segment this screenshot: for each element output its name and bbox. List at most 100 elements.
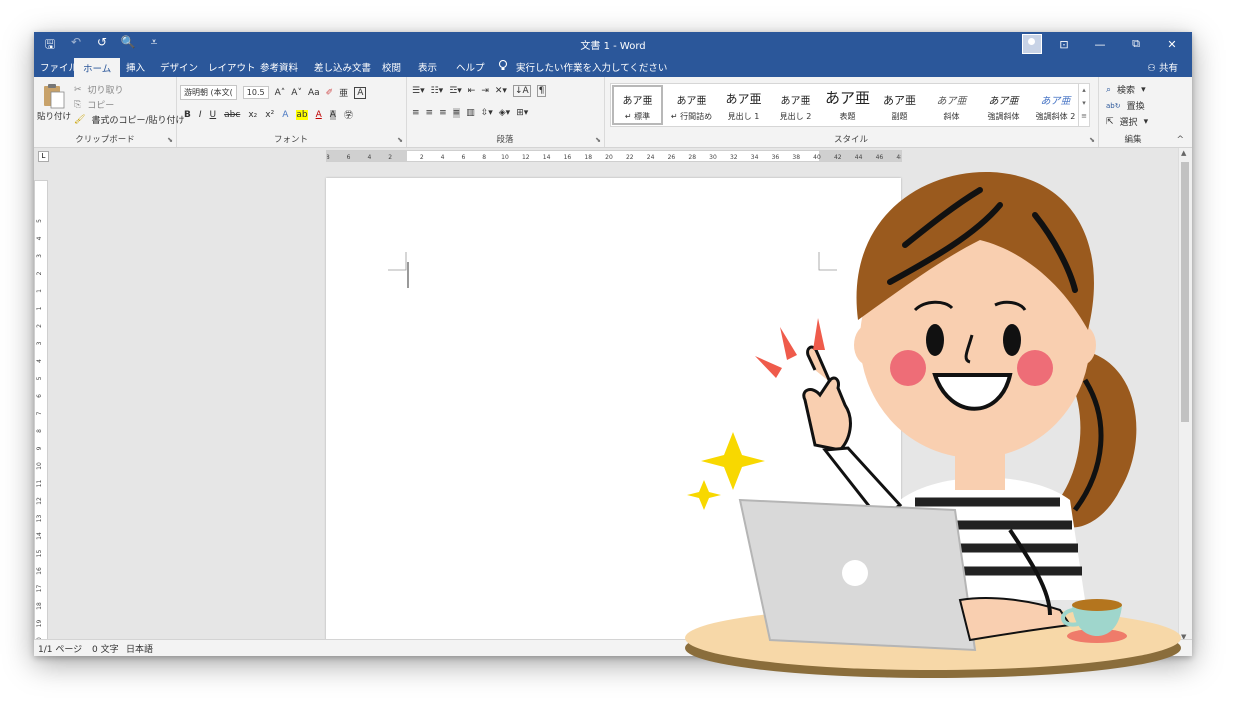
style-intense-emphasis[interactable]: あア亜 強調斜体 2 (1029, 84, 1082, 126)
clear-format-icon[interactable]: ✐ (326, 88, 334, 98)
styles-launcher-icon[interactable]: ⬊ (1089, 136, 1095, 144)
superscript-button[interactable]: x² (265, 110, 274, 120)
minimize-button[interactable]: — (1086, 38, 1114, 51)
vertical-scrollbar[interactable]: ▲ ▼ (1178, 148, 1192, 642)
justify-icon[interactable]: ≡ (452, 108, 461, 118)
share-button[interactable]: ⚇ 共有 (1147, 60, 1178, 74)
ruler-tick-label: 3 (36, 254, 43, 258)
style-sample: あア亜 (676, 96, 707, 107)
show-marks-icon[interactable]: ¶ (536, 85, 547, 97)
tab-help[interactable]: ヘルプ (456, 60, 485, 74)
character-border-icon[interactable]: A (354, 86, 367, 99)
replace-button[interactable]: ab↻ 置換 (1106, 99, 1145, 113)
clipboard-launcher-icon[interactable]: ⬊ (167, 136, 173, 144)
asian-layout-icon[interactable]: ✕▾ (495, 86, 507, 96)
align-center-icon[interactable]: ≡ (426, 108, 434, 118)
ribbon-display-options-icon[interactable]: ⊡ (1050, 38, 1078, 51)
close-button[interactable]: ✕ (1158, 38, 1186, 51)
vertical-ruler[interactable]: 54321123456789101112131415161718192021 (34, 180, 48, 656)
tab-view[interactable]: 表示 (418, 60, 437, 74)
style-subtitle[interactable]: あア亜 副題 (873, 84, 926, 126)
ruler-tick-label: 8 (482, 154, 486, 161)
scroll-up-icon[interactable]: ▲ (1181, 149, 1186, 157)
replace-icon: ab↻ (1106, 101, 1121, 110)
tell-me-search[interactable]: 実行したい作業を入力してください (516, 60, 667, 74)
tab-file[interactable]: ファイル (40, 60, 78, 74)
horizontal-ruler[interactable]: 8 6 4 2 2 4 6 8 10 12 14 16 18 20 22 24 26 28 30 32 34 36 38 40… (326, 150, 902, 162)
align-right-icon[interactable]: ≡ (439, 108, 447, 118)
tab-review[interactable]: 校閲 (382, 60, 401, 74)
word-count[interactable]: 0 文字 (92, 642, 119, 655)
collapse-ribbon-icon[interactable]: ^ (1176, 135, 1184, 145)
subscript-button[interactable]: x₂ (248, 110, 257, 120)
account-avatar-icon[interactable] (1022, 34, 1042, 54)
distribute-icon[interactable]: ▥ (466, 108, 475, 118)
paragraph-launcher-icon[interactable]: ⬊ (595, 136, 601, 144)
ruler-tick-label: 8 (36, 429, 43, 433)
window-controls: ⊡ — ⧉ ✕ (1022, 34, 1186, 54)
multilevel-list-icon[interactable]: ☲▾ (449, 86, 462, 96)
cheek-right (1017, 350, 1053, 386)
shading-icon[interactable]: ◈▾ (499, 108, 510, 118)
style-title[interactable]: あア亜 表題 (821, 84, 874, 126)
ruler-tick-label: 14 (543, 154, 551, 161)
tab-mailings[interactable]: 差し込み文書 (314, 60, 371, 74)
style-normal[interactable]: あア亜 ↵ 標準 (611, 84, 664, 126)
format-painter-button[interactable]: 🖌 書式のコピー/貼り付け (74, 113, 184, 127)
font-size-combo[interactable]: 10.5 (242, 86, 269, 99)
style-no-spacing[interactable]: あア亜 ↵ 行間詰め (665, 84, 718, 126)
ribbon-tabs: ファイル ホーム 挿入 デザイン レイアウト 参考資料 差し込み文書 校閲 表示… (34, 56, 1192, 77)
tab-insert[interactable]: 挿入 (126, 60, 145, 74)
align-left-icon[interactable]: ≡ (412, 108, 420, 118)
decrease-indent-icon[interactable]: ⇤ (468, 86, 476, 96)
scroll-thumb[interactable] (1181, 162, 1189, 422)
tab-home[interactable]: ホーム (74, 58, 121, 77)
style-heading-2[interactable]: あア亜 見出し 2 (769, 84, 822, 126)
styles-scroll-icon[interactable]: ▴ ▾ ≡ (1078, 84, 1089, 126)
grow-font-button[interactable]: A˄ (275, 88, 286, 98)
tab-layout[interactable]: レイアウト (208, 60, 256, 74)
tab-references[interactable]: 参考資料 (260, 60, 298, 74)
char-shading-icon[interactable]: A (329, 109, 336, 120)
borders-icon[interactable]: ⊞▾ (516, 108, 528, 118)
ruler-tick-label: 20 (605, 154, 613, 161)
shrink-font-button[interactable]: A˅ (291, 88, 302, 98)
font-color-icon[interactable]: A (316, 110, 322, 120)
copy-button[interactable]: ⎘ コピー (74, 98, 114, 112)
font-launcher-icon[interactable]: ⬊ (397, 136, 403, 144)
paste-icon[interactable] (42, 83, 66, 109)
italic-button[interactable]: I (199, 110, 202, 120)
select-button[interactable]: ⇱ 選択 ▾ (1106, 115, 1148, 129)
cut-label: 切り取り (87, 86, 124, 96)
style-sample: あア亜 (988, 96, 1019, 107)
numbering-icon[interactable]: ☷▾ (431, 86, 444, 96)
paragraph-group: ☰▾ ☷▾ ☲▾ ⇤ ⇥ ✕▾ ↓A ¶ ≡ ≡ ≡ ≡ ▥ ⇳▾ ◈▾ ⊞▾ … (406, 77, 605, 147)
sort-icon[interactable]: ↓A (512, 85, 531, 97)
ruler-strip: L 8 6 4 2 2 4 6 8 10 12 14 16 18 20 22 24 26 28 30 32 34 36 38… (34, 148, 1178, 162)
ruler-tick-label: 42 (834, 154, 842, 161)
style-heading-1[interactable]: あア亜 見出し 1 (717, 84, 770, 126)
underline-button[interactable]: U (210, 110, 217, 120)
cut-button[interactable]: ✂ 切り取り (74, 83, 124, 97)
page-count[interactable]: 1/1 ページ (38, 642, 82, 655)
restore-button[interactable]: ⧉ (1122, 37, 1150, 51)
line-spacing-icon[interactable]: ⇳▾ (481, 108, 493, 118)
style-emphasis-subtle[interactable]: あア亜 斜体 (925, 84, 978, 126)
bold-button[interactable]: B (184, 110, 191, 120)
change-case-button[interactable]: Aa (308, 88, 320, 98)
find-button[interactable]: ⌕ 検索 ▾ (1106, 83, 1146, 97)
tab-selector[interactable]: L (38, 151, 49, 162)
enclosed-char-icon[interactable]: ㊫ (344, 108, 353, 121)
bullets-icon[interactable]: ☰▾ (412, 86, 425, 96)
phonetic-guide-icon[interactable]: 亜 (339, 86, 348, 99)
language-indicator[interactable]: 日本語 (126, 642, 153, 655)
paste-button[interactable]: 貼り付け (37, 110, 71, 122)
text-effects-icon[interactable]: A (282, 110, 288, 120)
laptop-logo (842, 560, 868, 586)
style-emphasis[interactable]: あア亜 強調斜体 (977, 84, 1030, 126)
highlight-icon[interactable]: ab (296, 109, 308, 120)
font-name-combo[interactable]: 游明朝 (本文( (180, 85, 237, 100)
strikethrough-button[interactable]: abc (224, 110, 240, 120)
tab-design[interactable]: デザイン (160, 60, 198, 74)
increase-indent-icon[interactable]: ⇥ (481, 86, 489, 96)
